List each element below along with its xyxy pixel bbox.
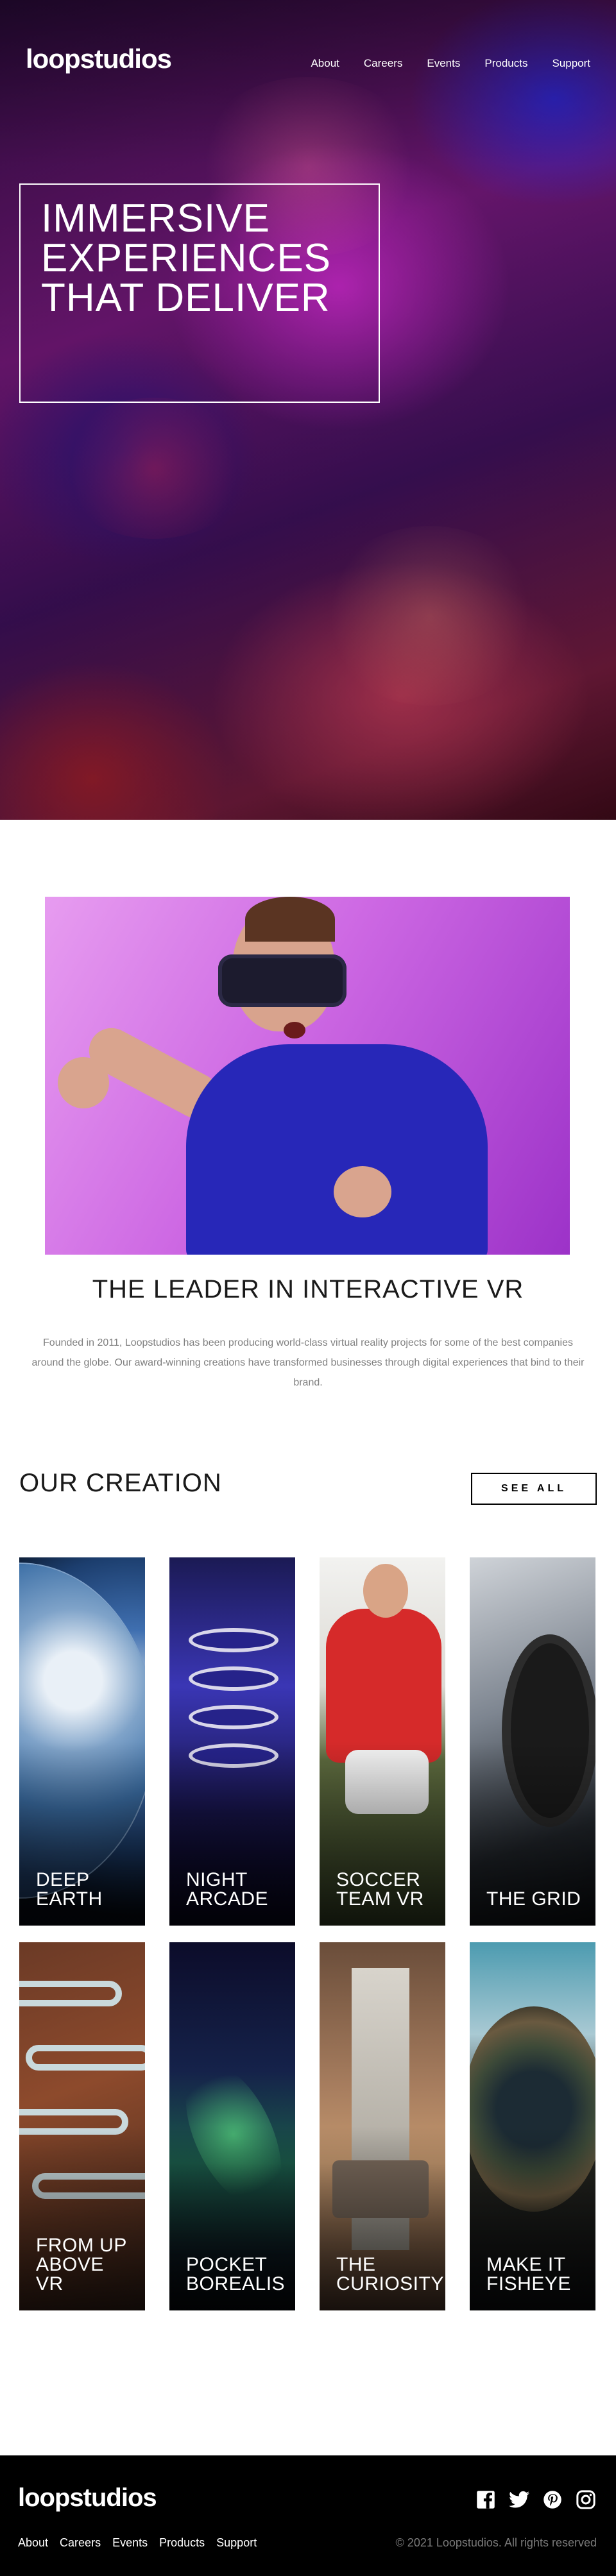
nav-about[interactable]: About	[311, 57, 339, 70]
instagram-icon[interactable]	[575, 2489, 597, 2511]
intro-section: THE LEADER IN INTERACTIVE VR Founded in …	[0, 820, 616, 1442]
image-torso	[186, 1044, 488, 1255]
footer-nav-support[interactable]: Support	[216, 2536, 257, 2550]
creation-card-pocket-borealis[interactable]: POCKET BOREALIS	[169, 1942, 295, 2310]
image-vr-headset	[218, 954, 346, 1007]
creation-card-label: NIGHT ARCADE	[186, 1869, 269, 1910]
nav-products[interactable]: Products	[484, 57, 527, 70]
nav-careers[interactable]: Careers	[364, 57, 402, 70]
site-footer: loopstudios About Careers Events Product…	[0, 2455, 616, 2576]
site-header: loopstudios About Careers Events Product…	[0, 0, 616, 128]
creation-card-deep-earth[interactable]: DEEP EARTH	[19, 1557, 145, 1926]
hero-section: loopstudios About Careers Events Product…	[0, 0, 616, 820]
main-nav: About Careers Events Products Support	[311, 57, 590, 70]
logo[interactable]: loopstudios	[26, 44, 172, 74]
intro-title: THE LEADER IN INTERACTIVE VR	[92, 1275, 524, 1303]
facebook-icon[interactable]	[475, 2489, 497, 2511]
creation-card-from-up-above-vr[interactable]: FROM UP ABOVE VR	[19, 1942, 145, 2310]
twitter-icon[interactable]	[508, 2489, 530, 2511]
image-hand	[58, 1057, 109, 1108]
creation-card-label: DEEP EARTH	[36, 1869, 103, 1910]
creation-card-label: SOCCER TEAM VR	[336, 1869, 424, 1910]
creation-card-label: FROM UP ABOVE VR	[36, 2235, 127, 2294]
creation-card-night-arcade[interactable]: NIGHT ARCADE	[169, 1557, 295, 1926]
footer-nav-events[interactable]: Events	[112, 2536, 148, 2550]
image-hair	[245, 897, 335, 942]
creation-card-label: THE GRID	[486, 1888, 581, 1910]
footer-nav-careers[interactable]: Careers	[60, 2536, 101, 2550]
footer-nav-products[interactable]: Products	[159, 2536, 205, 2550]
image-hand	[334, 1166, 391, 1217]
creation-card-soccer-team-vr[interactable]: SOCCER TEAM VR	[320, 1557, 445, 1926]
creation-card-make-it-fisheye[interactable]: MAKE IT FISHEYE	[470, 1942, 595, 2310]
footer-nav: About Careers Events Products Support	[18, 2536, 257, 2550]
image-mouth	[284, 1022, 305, 1038]
hero-title: IMMERSIVE EXPERIENCES THAT DELIVER	[41, 196, 332, 320]
intro-text: Founded in 2011, Loopstudios has been pr…	[31, 1337, 585, 1388]
creation-title: OUR CREATION	[19, 1469, 222, 1497]
nav-support[interactable]: Support	[552, 57, 590, 70]
creation-section: OUR CREATION SEE ALL DEEP EARTH NIGHT AR…	[0, 1442, 616, 2455]
footer-nav-about[interactable]: About	[18, 2536, 48, 2550]
vr-person-image	[45, 897, 570, 1255]
creation-card-the-grid[interactable]: THE GRID	[470, 1557, 595, 1926]
copyright-text: © 2021 Loopstudios. All rights reserved	[395, 2536, 597, 2549]
creation-card-the-curiosity[interactable]: THE CURIOSITY	[320, 1942, 445, 2310]
creation-card-label: POCKET BOREALIS	[186, 2254, 286, 2294]
nav-events[interactable]: Events	[427, 57, 460, 70]
footer-logo[interactable]: loopstudios	[18, 2484, 157, 2512]
creation-card-label: THE CURIOSITY	[336, 2254, 444, 2294]
see-all-button[interactable]: SEE ALL	[471, 1473, 597, 1505]
card-overlay	[470, 1557, 595, 1926]
creation-card-label: MAKE IT FISHEYE	[486, 2254, 571, 2294]
hero-title-box: IMMERSIVE EXPERIENCES THAT DELIVER	[19, 183, 380, 403]
social-links	[475, 2489, 597, 2511]
pinterest-icon[interactable]	[542, 2489, 563, 2511]
